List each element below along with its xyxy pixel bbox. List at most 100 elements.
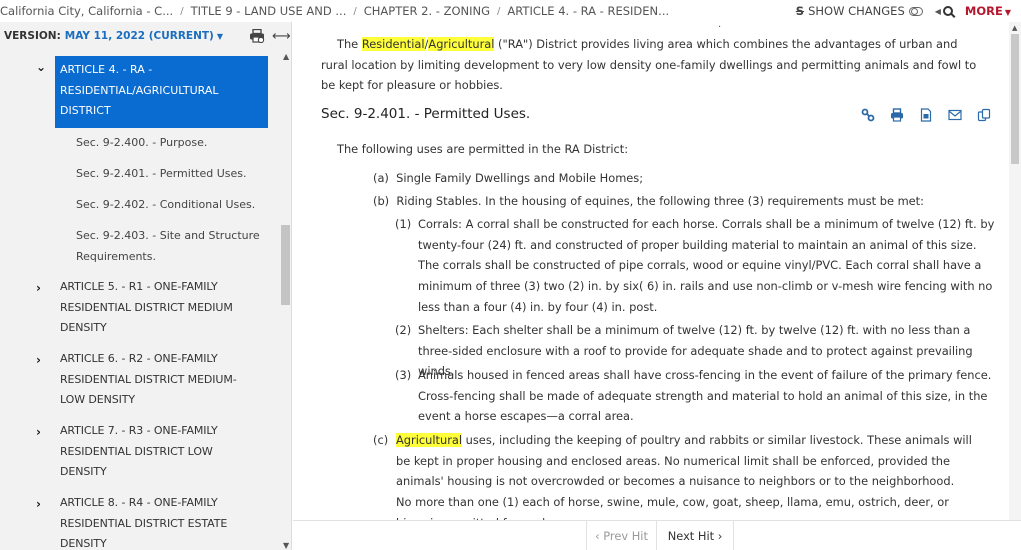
divider-dot: · (718, 22, 722, 33)
list-label: (a) (373, 171, 389, 185)
scroll-up-arrow-icon[interactable]: ▲ (283, 52, 289, 61)
toc-section-site-structure[interactable]: Sec. 9-2.403. - Site and Structure Requi… (76, 226, 276, 267)
toc-scroll-thumb[interactable] (281, 225, 290, 305)
list-item-b: (b) Riding Stables. In the housing of eq… (373, 191, 924, 212)
toc-article-active-label: ARTICLE 4. - RA - RESIDENTIAL/AGRICULTUR… (55, 56, 268, 128)
search-icon (942, 6, 953, 16)
scroll-up-arrow-icon[interactable]: ▲ (1012, 24, 1017, 32)
toc-article-6[interactable]: › ARTICLE 6. - R2 - ONE-FAMILY RESIDENTI… (36, 349, 272, 411)
toc-section-purpose[interactable]: Sec. 9-2.400. - Purpose. (76, 133, 276, 154)
section-toolbar (861, 108, 991, 122)
sub-item-1: (1) Corrals: A corral shall be construct… (395, 214, 995, 318)
toc-line: RESIDENTIAL DISTRICT LOW (60, 444, 213, 458)
list-label: (c) (373, 433, 389, 447)
toc-line: RESIDENTIAL DISTRICT MEDIUM (60, 300, 233, 314)
toc-line: Requirements. (76, 249, 156, 263)
list-text: Animals housed in fenced areas shall hav… (418, 368, 992, 424)
more-label: MORE (964, 4, 1003, 18)
toc-article-7[interactable]: › ARTICLE 7. - R3 - ONE-FAMILY RESIDENTI… (36, 421, 272, 483)
toc-line: DISTRICT (60, 104, 111, 118)
section-title: Sec. 9-2.401. - Permitted Uses. (321, 106, 531, 122)
content-scrollbar[interactable]: ▲ (1009, 22, 1021, 520)
show-changes-label: SHOW CHANGES (808, 4, 905, 18)
toc-line: DENSITY (60, 465, 107, 479)
next-hit-button[interactable]: Next Hit › (656, 521, 734, 550)
strikethrough-icon: S (795, 4, 805, 18)
toc-line: Sec. 9-2.403. - Site and Structure (76, 229, 260, 242)
download-doc-icon[interactable] (919, 108, 933, 122)
caret-left-icon: ◀ (934, 6, 941, 16)
toc-line: RESIDENTIAL DISTRICT MEDIUM- (60, 372, 237, 386)
top-bar: California City, California - C... / TIT… (0, 0, 1021, 22)
list-label: (3) (395, 368, 412, 382)
chevron-right-icon: › (36, 281, 41, 295)
toc-line: ARTICLE 5. - R1 - ONE-FAMILY (60, 280, 218, 293)
link-icon[interactable] (861, 108, 875, 122)
breadcrumb-item-article[interactable]: ARTICLE 4. - RA - RESIDEN... (507, 4, 669, 18)
toggle-off-icon (908, 6, 923, 16)
print-icon[interactable] (890, 108, 904, 122)
toc-line: LOW DENSITY (60, 393, 135, 407)
toc-line: Sec. 9-2.401. - Permitted Uses. (76, 167, 247, 180)
chevron-right-icon: › (36, 497, 41, 511)
sub-item-3: (3) Animals housed in fenced areas shall… (395, 365, 995, 427)
top-actions: S SHOW CHANGES ◀ MORE ▼ (796, 0, 1011, 22)
search-highlight: Residential (361, 37, 425, 51)
list-label: (2) (395, 323, 412, 337)
breadcrumb-item-title[interactable]: TITLE 9 - LAND USE AND ... (191, 4, 347, 18)
breadcrumb-separator: / (180, 5, 184, 17)
toc-sidebar: VERSION: MAY 11, 2022 (CURRENT) ▼ ⟷ ⌄ AR… (0, 22, 292, 550)
list-text: Single Family Dwellings and Mobile Homes… (396, 171, 644, 185)
print-toc-icon[interactable] (249, 29, 265, 43)
toc-line: RESIDENTIAL DISTRICT ESTATE (60, 516, 228, 530)
toc-line: Sec. 9-2.400. - Purpose. (76, 136, 208, 149)
search-highlight: Agricultural (428, 37, 495, 51)
list-label: (1) (395, 217, 412, 231)
breadcrumb: California City, California - C... / TIT… (0, 4, 669, 18)
show-changes-toggle[interactable]: S SHOW CHANGES (796, 4, 923, 18)
breadcrumb-item-code[interactable]: California City, California - C... (0, 4, 173, 18)
breadcrumb-separator: / (497, 5, 501, 17)
toc-article-5[interactable]: › ARTICLE 5. - R1 - ONE-FAMILY RESIDENTI… (36, 277, 272, 339)
toc-section-permitted-uses[interactable]: Sec. 9-2.401. - Permitted Uses. (76, 164, 276, 185)
scroll-down-arrow-icon[interactable]: ▼ (283, 541, 289, 550)
search-highlight: Agricultural (396, 433, 463, 447)
list-text: Corrals: A corral shall be constructed f… (418, 217, 995, 314)
toc-line: ARTICLE 4. - RA - (60, 63, 153, 76)
caret-down-icon: ▼ (216, 31, 224, 41)
intro-paragraph: The Residential/Agricultural ("RA") Dist… (321, 34, 981, 96)
list-item-c: (c) Agricultural uses, including the kee… (373, 430, 973, 520)
toc-line: DENSITY (60, 537, 107, 550)
chevron-right-icon: › (36, 425, 41, 439)
toc-line: DENSITY (60, 321, 107, 335)
toc-section-conditional-uses[interactable]: Sec. 9-2.402. - Conditional Uses. (76, 195, 276, 216)
caret-down-icon: ▼ (1004, 8, 1011, 17)
chevron-down-icon: ⌄ (36, 60, 47, 74)
breadcrumb-item-chapter[interactable]: CHAPTER 2. - ZONING (364, 4, 490, 18)
toc-line: ARTICLE 7. - R3 - ONE-FAMILY (60, 424, 218, 437)
toc-line: ARTICLE 8. - R4 - ONE-FAMILY (60, 496, 218, 509)
list-text: Riding Stables. In the housing of equine… (396, 194, 924, 208)
breadcrumb-separator: / (353, 5, 357, 17)
lead-paragraph: The following uses are permitted in the … (337, 142, 629, 156)
toc-scrollbar[interactable]: ▲ ▼ (280, 50, 292, 550)
list-label: (b) (373, 194, 390, 208)
toc-line: ARTICLE 6. - R2 - ONE-FAMILY (60, 352, 218, 365)
list-text: uses, including the keeping of poultry a… (396, 433, 972, 520)
document-content: · The Residential/Agricultural ("RA") Di… (293, 22, 1009, 520)
chevron-right-icon: › (36, 353, 41, 367)
toc-line: Sec. 9-2.402. - Conditional Uses. (76, 198, 256, 211)
more-menu-button[interactable]: MORE ▼ (965, 4, 1011, 18)
search-toggle-button[interactable]: ◀ (935, 6, 953, 16)
text: The (337, 37, 362, 51)
toc-article-8[interactable]: › ARTICLE 8. - R4 - ONE-FAMILY RESIDENTI… (36, 493, 272, 550)
version-label: VERSION: (4, 30, 61, 42)
expand-width-icon[interactable]: ⟷ (272, 29, 291, 44)
version-selector[interactable]: VERSION: MAY 11, 2022 (CURRENT) ▼ (0, 22, 291, 50)
compare-icon[interactable] (977, 108, 991, 122)
prev-hit-button[interactable]: ‹ Prev Hit (586, 521, 656, 550)
toc-list: ⌄ ARTICLE 4. - RA - RESIDENTIAL/AGRICULT… (0, 56, 280, 550)
content-scroll-thumb[interactable] (1011, 34, 1019, 164)
email-icon[interactable] (948, 108, 962, 122)
toc-line: RESIDENTIAL/AGRICULTURAL (60, 83, 219, 97)
